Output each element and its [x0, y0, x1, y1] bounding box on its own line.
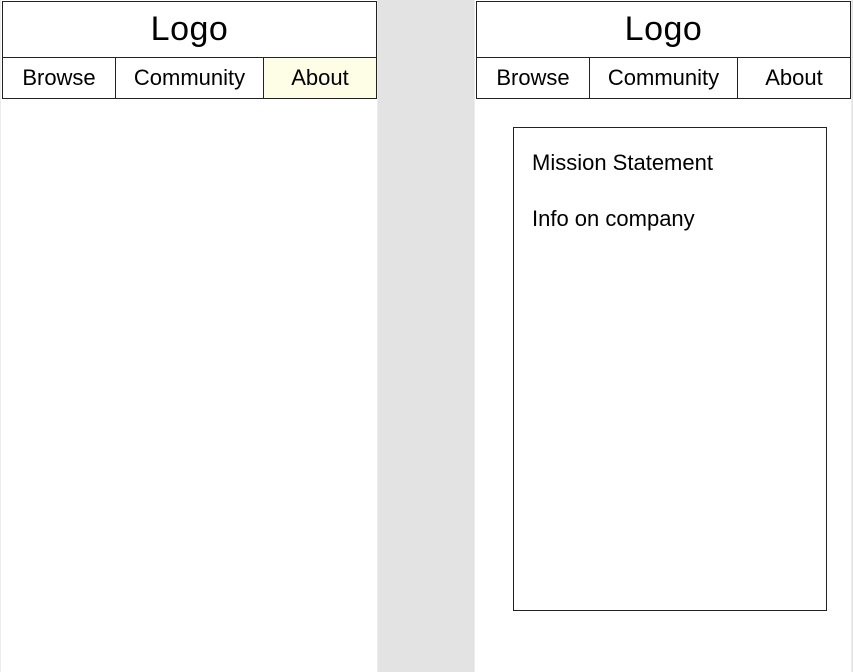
- nav-tab-about[interactable]: About: [738, 57, 851, 99]
- nav-tab-browse[interactable]: Browse: [476, 57, 590, 99]
- logo-header[interactable]: Logo: [2, 1, 377, 58]
- logo-header[interactable]: Logo: [476, 1, 851, 58]
- company-info-text: Info on company: [532, 206, 695, 232]
- mission-statement-text: Mission Statement: [532, 150, 713, 175]
- nav-tab-about-selected[interactable]: About: [264, 57, 377, 99]
- wireframe-screen-nav-state: Logo Browse Community About: [0, 0, 378, 672]
- nav-bar: Browse Community About: [476, 57, 851, 99]
- nav-tab-browse[interactable]: Browse: [2, 57, 116, 99]
- wireframe-screen-about-page: Logo Browse Community About Mission Stat…: [474, 0, 852, 672]
- nav-bar: Browse Community About: [2, 57, 377, 99]
- about-content-panel: Mission Statement Info on company: [513, 127, 827, 611]
- nav-tab-community[interactable]: Community: [116, 57, 264, 99]
- nav-tab-community[interactable]: Community: [590, 57, 738, 99]
